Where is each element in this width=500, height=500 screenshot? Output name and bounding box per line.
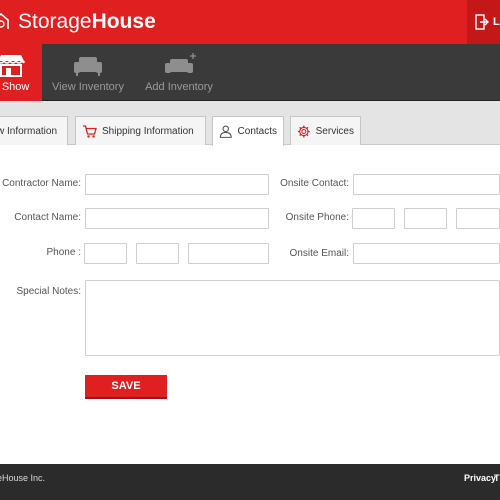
- onsite-phone-area-code-field[interactable]: [352, 208, 395, 229]
- contractor-name-label: Contractor Name:: [2, 178, 81, 189]
- onsite-email-field[interactable]: [353, 243, 500, 264]
- onsite-phone-line-number-field[interactable]: [456, 208, 500, 229]
- nav-item-show-label: e Show: [0, 81, 30, 93]
- nav-item-view-inventory-label: View Inventory: [52, 81, 124, 93]
- phone-prefix-field[interactable]: [136, 243, 179, 264]
- footer-copyright: eHouse Inc.: [0, 473, 46, 483]
- nav-item-show[interactable]: e Show: [0, 44, 42, 101]
- contact-name-field[interactable]: [85, 208, 269, 229]
- phone-line-number-field[interactable]: [188, 243, 269, 264]
- tab-contacts[interactable]: Contacts: [212, 116, 284, 146]
- sofa-icon: [74, 57, 102, 76]
- main-nav: e Show View Inventory Add Inventory: [0, 44, 500, 101]
- onsite-email-label: Onsite Email:: [289, 248, 349, 259]
- nav-item-add-inventory[interactable]: Add Inventory: [140, 44, 218, 101]
- tab-services[interactable]: Services: [290, 116, 361, 145]
- save-button[interactable]: SAVE: [85, 375, 167, 399]
- person-icon: [219, 125, 232, 138]
- footer-privacy-link[interactable]: Privacy: [464, 473, 496, 483]
- contractor-name-field[interactable]: [85, 174, 269, 195]
- tab-shipping-information[interactable]: Shipping Information: [75, 116, 206, 145]
- special-notes-label: Special Notes:: [16, 286, 81, 297]
- onsite-phone-prefix-field[interactable]: [404, 208, 447, 229]
- onsite-contact-field[interactable]: [353, 174, 500, 195]
- contact-name-label: Contact Name:: [14, 212, 81, 223]
- tab-contacts-label: Contacts: [237, 126, 277, 137]
- tab-information-label: w Information: [0, 125, 58, 137]
- phone-label: Phone :: [46, 247, 81, 258]
- brand-logo[interactable]: StorageHouse: [0, 9, 156, 35]
- logout-button[interactable]: Lo: [467, 0, 500, 44]
- sofa-add-icon: [165, 53, 196, 73]
- storefront-icon: [0, 55, 25, 77]
- logout-icon: [475, 14, 489, 30]
- onsite-phone-label: Onsite Phone:: [285, 212, 349, 223]
- storage-house-logo-icon: [0, 12, 9, 29]
- tab-bar: w Information Shipping Information Conta…: [0, 101, 500, 146]
- tab-information[interactable]: w Information: [0, 116, 68, 145]
- onsite-contact-label: Onsite Contact:: [280, 178, 349, 189]
- special-notes-field[interactable]: [85, 280, 500, 356]
- tab-services-label: Services: [315, 125, 354, 137]
- nav-item-add-inventory-label: Add Inventory: [145, 81, 213, 93]
- brand-name-bold: House: [91, 10, 156, 33]
- phone-area-code-field[interactable]: [84, 243, 127, 264]
- cart-icon: [83, 124, 97, 138]
- gear-icon: [297, 125, 310, 137]
- tab-shipping-information-label: Shipping Information: [102, 125, 194, 137]
- nav-item-view-inventory[interactable]: View Inventory: [50, 44, 126, 101]
- footer-terms-link[interactable]: T: [494, 473, 500, 483]
- footer: eHouse Inc. Privacy T: [0, 464, 500, 500]
- brand-name-light: Storage: [18, 10, 92, 33]
- top-header: StorageHouse Lo: [0, 0, 500, 44]
- brand-name: StorageHouse: [18, 10, 156, 34]
- logout-label: Lo: [493, 16, 500, 28]
